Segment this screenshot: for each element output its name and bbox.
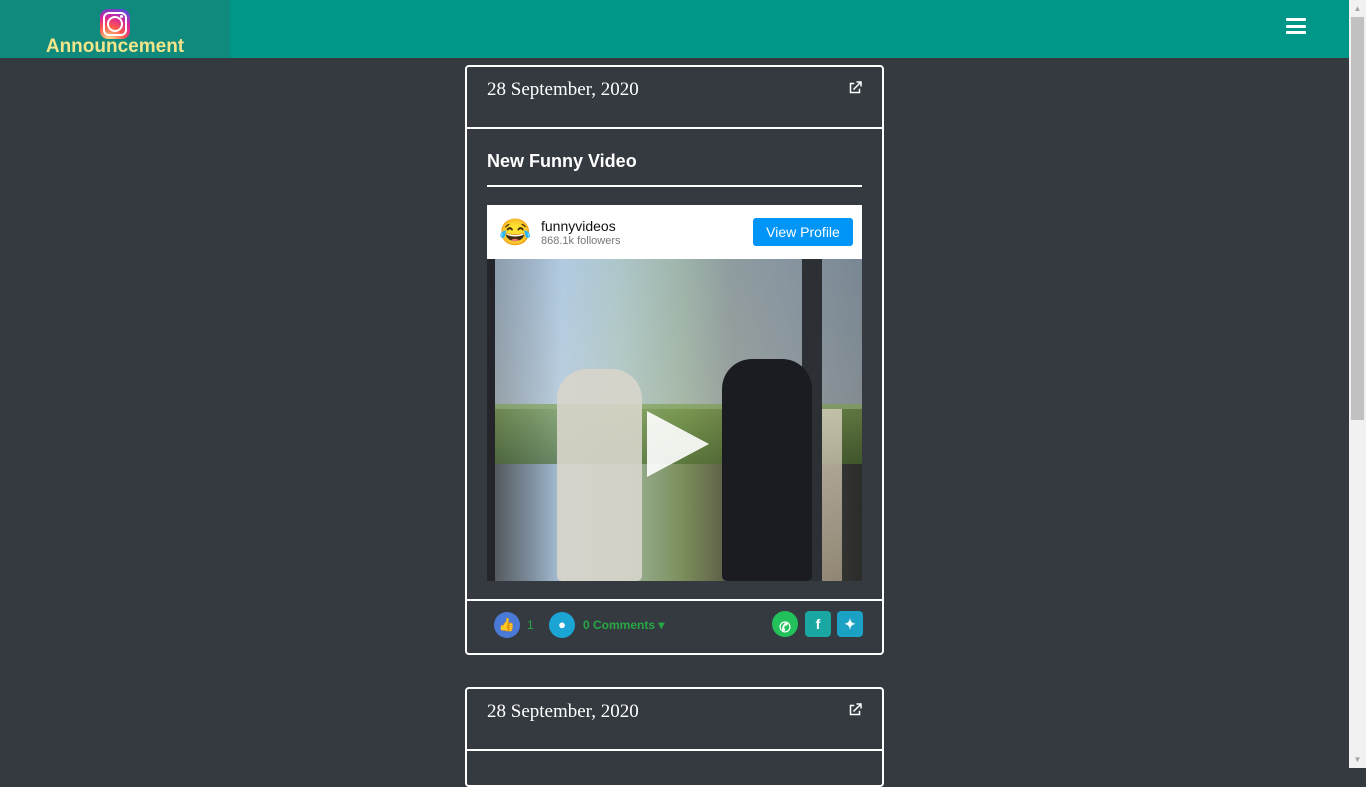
post-footer: 👍 1 ● 0 Comments ▾ ✆ f ✦ xyxy=(467,599,882,655)
embed-followers: 868.1k followers xyxy=(541,235,621,247)
post-card: 28 September, 2020 xyxy=(465,687,884,787)
comments-toggle[interactable]: 0 Comments ▾ xyxy=(583,618,664,632)
instagram-embed: 😂 funnyvideos 868.1k followers View Prof… xyxy=(487,205,862,581)
like-count: 1 xyxy=(527,618,534,632)
external-link-icon[interactable] xyxy=(846,701,864,719)
video-player[interactable] xyxy=(487,259,862,581)
scrollbar-thumb[interactable] xyxy=(1351,17,1364,420)
view-profile-button[interactable]: View Profile xyxy=(753,218,853,246)
post-header: 28 September, 2020 xyxy=(467,689,882,751)
hamburger-menu-icon[interactable] xyxy=(1286,18,1306,34)
post-title: New Funny Video xyxy=(487,151,637,171)
post-date: 28 September, 2020 xyxy=(487,701,639,722)
vertical-scrollbar[interactable]: ▲ ▼ xyxy=(1349,0,1366,768)
title-divider xyxy=(487,185,862,187)
brand-logo[interactable]: Announcement xyxy=(0,0,230,58)
brand-label: Announcement xyxy=(45,36,185,57)
post-body: New Funny Video 😂 funnyvideos 868.1k fol… xyxy=(467,129,882,594)
play-icon[interactable] xyxy=(647,411,709,477)
twitter-icon[interactable]: ✦ xyxy=(837,611,863,637)
embed-username[interactable]: funnyvideos xyxy=(541,218,616,234)
comments-label: 0 Comments xyxy=(583,618,656,632)
comment-icon[interactable]: ● xyxy=(549,612,575,638)
post-card: 28 September, 2020 New Funny Video 😂 fun… xyxy=(465,65,884,655)
whatsapp-icon[interactable]: ✆ xyxy=(772,611,798,637)
post-header: 28 September, 2020 xyxy=(467,67,882,129)
external-link-icon[interactable] xyxy=(846,79,864,97)
like-icon[interactable]: 👍 xyxy=(494,612,520,638)
scroll-down-icon[interactable]: ▼ xyxy=(1349,751,1366,768)
facebook-icon[interactable]: f xyxy=(805,611,831,637)
caret-down-icon: ▾ xyxy=(658,618,665,632)
scroll-up-icon[interactable]: ▲ xyxy=(1349,0,1366,17)
top-navbar: Announcement xyxy=(0,0,1349,58)
instagram-icon xyxy=(100,9,130,39)
post-date: 28 September, 2020 xyxy=(487,79,639,100)
avatar[interactable]: 😂 xyxy=(499,217,531,247)
